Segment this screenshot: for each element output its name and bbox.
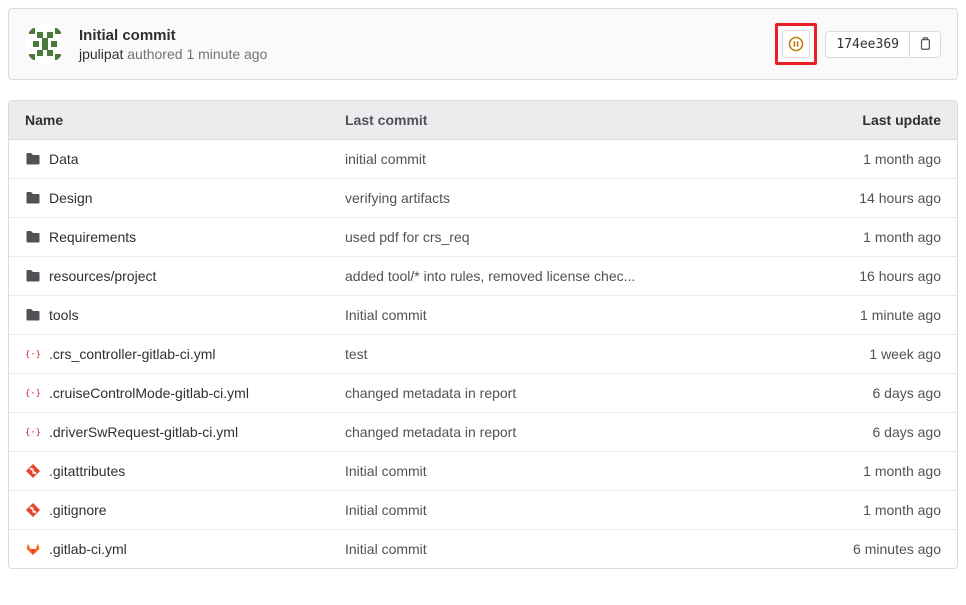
pipeline-status-button[interactable] (782, 30, 810, 58)
file-name: .gitlab-ci.yml (49, 541, 127, 557)
git-icon (25, 502, 41, 518)
file-name-cell[interactable]: .gitattributes (25, 463, 345, 479)
file-name: .driverSwRequest-gitlab-ci.yml (49, 424, 238, 440)
last-update-cell: 1 month ago (781, 463, 941, 479)
table-row[interactable]: Data initial commit1 month ago (9, 140, 957, 178)
file-name: tools (49, 307, 79, 323)
file-name-cell[interactable]: .gitlab-ci.yml (25, 541, 345, 557)
file-name: .gitattributes (49, 463, 125, 479)
file-name: Data (49, 151, 79, 167)
clipboard-icon (918, 37, 932, 51)
file-name-cell[interactable]: .gitignore (25, 502, 345, 518)
yml-icon: {·} (25, 424, 41, 440)
file-name-cell[interactable]: tools (25, 307, 345, 323)
file-name-cell[interactable]: {·} .driverSwRequest-gitlab-ci.yml (25, 424, 345, 440)
svg-text:{·}: {·} (25, 428, 41, 438)
gitlab-icon (25, 541, 41, 557)
last-update-cell: 14 hours ago (781, 190, 941, 206)
last-update-cell: 1 month ago (781, 151, 941, 167)
copy-sha-button[interactable] (910, 32, 940, 57)
table-row[interactable]: {·} .driverSwRequest-gitlab-ci.yml changed… (9, 412, 957, 451)
table-row[interactable]: {·} .crs_controller-gitlab-ci.yml test1 we… (9, 334, 957, 373)
folder-icon (25, 268, 41, 284)
header-name: Name (25, 112, 345, 128)
yml-icon: {·} (25, 346, 41, 362)
commit-author[interactable]: jpulipat (79, 46, 123, 62)
commit-sha[interactable]: 174ee369 (826, 32, 910, 57)
last-commit-card: Initial commit jpulipat authored 1 minut… (8, 8, 958, 80)
file-name-cell[interactable]: Requirements (25, 229, 345, 245)
last-commit-cell[interactable]: Initial commit (345, 463, 781, 479)
file-name-cell[interactable]: {·} .crs_controller-gitlab-ci.yml (25, 346, 345, 362)
last-commit-cell[interactable]: Initial commit (345, 307, 781, 323)
last-update-cell: 1 month ago (781, 229, 941, 245)
commit-title[interactable]: Initial commit (79, 27, 761, 44)
file-tree-table: Name Last commit Last update Data initial… (8, 100, 958, 569)
last-update-cell: 6 days ago (781, 385, 941, 401)
pipeline-status-highlight (775, 23, 817, 65)
commit-info: Initial commit jpulipat authored 1 minut… (79, 27, 761, 62)
last-commit-cell[interactable]: changed metadata in report (345, 385, 781, 401)
table-row[interactable]: .gitlab-ci.yml Initial commit6 minutes ag… (9, 529, 957, 568)
last-update-cell: 6 minutes ago (781, 541, 941, 557)
commit-sha-group: 174ee369 (825, 31, 941, 58)
last-commit-cell[interactable]: added tool/* into rules, removed license… (345, 268, 781, 284)
folder-icon (25, 229, 41, 245)
avatar (25, 24, 65, 64)
last-update-cell: 6 days ago (781, 424, 941, 440)
table-row[interactable]: resources/project added tool/* into rules… (9, 256, 957, 295)
last-commit-cell[interactable]: verifying artifacts (345, 190, 781, 206)
last-commit-cell[interactable]: test (345, 346, 781, 362)
commit-actions: 174ee369 (775, 23, 941, 65)
file-name: Design (49, 190, 93, 206)
file-name: .gitignore (49, 502, 107, 518)
header-last-commit: Last commit (345, 112, 781, 128)
folder-icon (25, 307, 41, 323)
table-row[interactable]: tools Initial commit1 minute ago (9, 295, 957, 334)
commit-when: 1 minute ago (186, 46, 267, 62)
table-row[interactable]: {·} .cruiseControlMode-gitlab-ci.yml chang… (9, 373, 957, 412)
yml-icon: {·} (25, 385, 41, 401)
file-name-cell[interactable]: Design (25, 190, 345, 206)
table-row[interactable]: Design verifying artifacts14 hours ago (9, 178, 957, 217)
table-row[interactable]: .gitattributes Initial commit1 month ago (9, 451, 957, 490)
status-pending-icon (788, 36, 804, 52)
folder-icon (25, 151, 41, 167)
file-name-cell[interactable]: Data (25, 151, 345, 167)
last-commit-cell[interactable]: Initial commit (345, 502, 781, 518)
table-row[interactable]: Requirements used pdf for crs_req1 month … (9, 217, 957, 256)
file-name: .cruiseControlMode-gitlab-ci.yml (49, 385, 249, 401)
svg-text:{·}: {·} (25, 389, 41, 399)
last-commit-cell[interactable]: changed metadata in report (345, 424, 781, 440)
table-row[interactable]: .gitignore Initial commit1 month ago (9, 490, 957, 529)
commit-meta: jpulipat authored 1 minute ago (79, 46, 761, 62)
last-update-cell: 1 minute ago (781, 307, 941, 323)
last-update-cell: 16 hours ago (781, 268, 941, 284)
authored-verb: authored (127, 46, 182, 62)
header-last-update: Last update (781, 112, 941, 128)
file-table-header: Name Last commit Last update (9, 101, 957, 140)
file-name-cell[interactable]: {·} .cruiseControlMode-gitlab-ci.yml (25, 385, 345, 401)
last-commit-cell[interactable]: used pdf for crs_req (345, 229, 781, 245)
file-name-cell[interactable]: resources/project (25, 268, 345, 284)
folder-icon (25, 190, 41, 206)
last-commit-cell[interactable]: initial commit (345, 151, 781, 167)
file-name: Requirements (49, 229, 136, 245)
last-commit-cell[interactable]: Initial commit (345, 541, 781, 557)
file-name: .crs_controller-gitlab-ci.yml (49, 346, 215, 362)
svg-text:{·}: {·} (25, 350, 41, 360)
git-icon (25, 463, 41, 479)
last-update-cell: 1 week ago (781, 346, 941, 362)
last-update-cell: 1 month ago (781, 502, 941, 518)
file-name: resources/project (49, 268, 156, 284)
